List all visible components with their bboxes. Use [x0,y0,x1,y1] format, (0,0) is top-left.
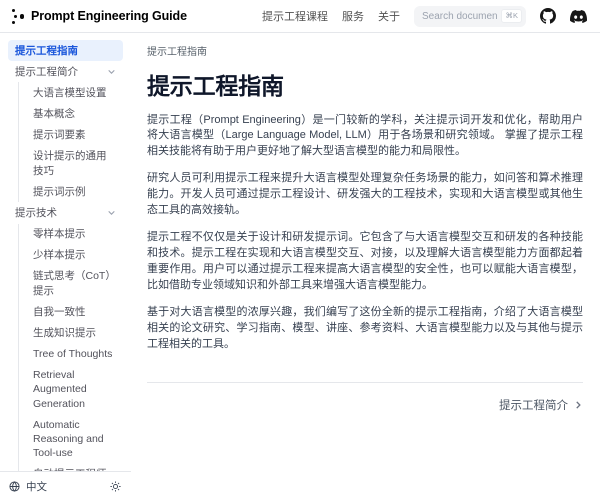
sidebar-group-intro: 大语言模型设置 基本概念 提示词要素 设计提示的通用技巧 提示词示例 [18,82,123,202]
sidebar-footer: 中文 [0,471,131,500]
brand-title: Prompt Engineering Guide [31,9,187,23]
intro-paragraph-3: 提示工程不仅仅是关于设计和研发提示词。它包含了与大语言模型交互和研发的各种技能和… [147,230,583,293]
sidebar-item-ape[interactable]: 自动提示工程师 [28,464,123,471]
sidebar-item-consistency[interactable]: 自我一致性 [28,301,123,322]
sidebar-item-tips[interactable]: 设计提示的通用技巧 [28,146,123,181]
content-divider [147,382,583,383]
intro-paragraph-4: 基于对大语言模型的浓厚兴趣，我们编写了这份全新的提示工程指南，介绍了大语言模型相… [147,305,583,352]
sidebar-item-basics[interactable]: 基本概念 [28,104,123,125]
sidebar-item-examples[interactable]: 提示词示例 [28,181,123,202]
sidebar-item-rag[interactable]: Retrieval Augmented Generation [28,365,123,415]
page-title: 提示工程指南 [147,67,583,101]
sidebar-section-intro[interactable]: 提示工程简介 [8,61,123,82]
sidebar-item-elements[interactable]: 提示词要素 [28,125,123,146]
breadcrumb: 提示工程指南 [147,43,583,58]
search-field[interactable] [422,11,497,22]
sidebar-item-zeroshot[interactable]: 零样本提示 [28,224,123,245]
nav-item-about[interactable]: 关于 [378,8,400,24]
language-switcher[interactable]: 中文 [9,479,47,494]
sidebar-item-tot[interactable]: Tree of Thoughts [28,344,123,365]
intro-paragraph-2: 研究人员可利用提示工程来提升大语言模型处理复杂任务场景的能力，如问答和算术推理能… [147,171,583,218]
sun-icon [110,481,121,492]
sidebar-item-guide[interactable]: 提示工程指南 [8,40,123,61]
sidebar-item-llm-settings[interactable]: 大语言模型设置 [28,82,123,103]
home-link[interactable]: Prompt Engineering Guide [11,8,187,24]
pagination: 提示工程简介 [147,397,583,413]
sidebar-nav: 提示工程指南 提示工程简介 大语言模型设置 基本概念 提示词要素 设计提示的通用… [0,33,131,471]
main-content: 提示工程指南 提示工程指南 提示工程（Prompt Engineering）是一… [131,33,600,500]
sidebar-item-cot[interactable]: 链式思考（CoT）提示 [28,266,123,301]
sidebar-section-intro-label: 提示工程简介 [15,65,78,79]
search-shortcut-badge: ⌘K [501,9,522,23]
next-page-link[interactable]: 提示工程简介 [499,397,583,413]
sidebar-item-art[interactable]: Automatic Reasoning and Tool-use [28,414,123,464]
discord-icon[interactable] [570,8,587,25]
chevron-right-icon [573,400,583,410]
app-window: Prompt Engineering Guide 提示工程课程 服务 关于 ⌘K… [0,0,600,500]
sidebar-section-techniques-label: 提示技术 [15,206,57,220]
intro-paragraph-1: 提示工程（Prompt Engineering）是一门较新的学科，关注提示词开发… [147,113,583,160]
globe-icon [9,481,20,492]
logo-icon [11,8,24,24]
sidebar-group-techniques: 零样本提示 少样本提示 链式思考（CoT）提示 自我一致性 生成知识提示 Tre… [18,224,123,471]
sidebar-section-techniques[interactable]: 提示技术 [8,202,123,223]
header: Prompt Engineering Guide 提示工程课程 服务 关于 ⌘K [0,0,600,33]
language-label: 中文 [26,479,47,494]
theme-toggle[interactable] [110,481,121,492]
nav-item-services[interactable]: 服务 [342,8,364,24]
sidebar-item-fewshot[interactable]: 少样本提示 [28,245,123,266]
header-nav: 提示工程课程 服务 关于 ⌘K [262,6,587,27]
chevron-down-icon [107,67,116,76]
sidebar: 提示工程指南 提示工程简介 大语言模型设置 基本概念 提示词要素 设计提示的通用… [0,33,131,500]
nav-item-course[interactable]: 提示工程课程 [262,8,328,24]
next-page-label: 提示工程简介 [499,397,568,413]
chevron-down-icon [107,208,116,217]
github-icon[interactable] [540,8,556,24]
sidebar-item-knowledge[interactable]: 生成知识提示 [28,322,123,343]
search-input[interactable]: ⌘K [414,6,526,27]
